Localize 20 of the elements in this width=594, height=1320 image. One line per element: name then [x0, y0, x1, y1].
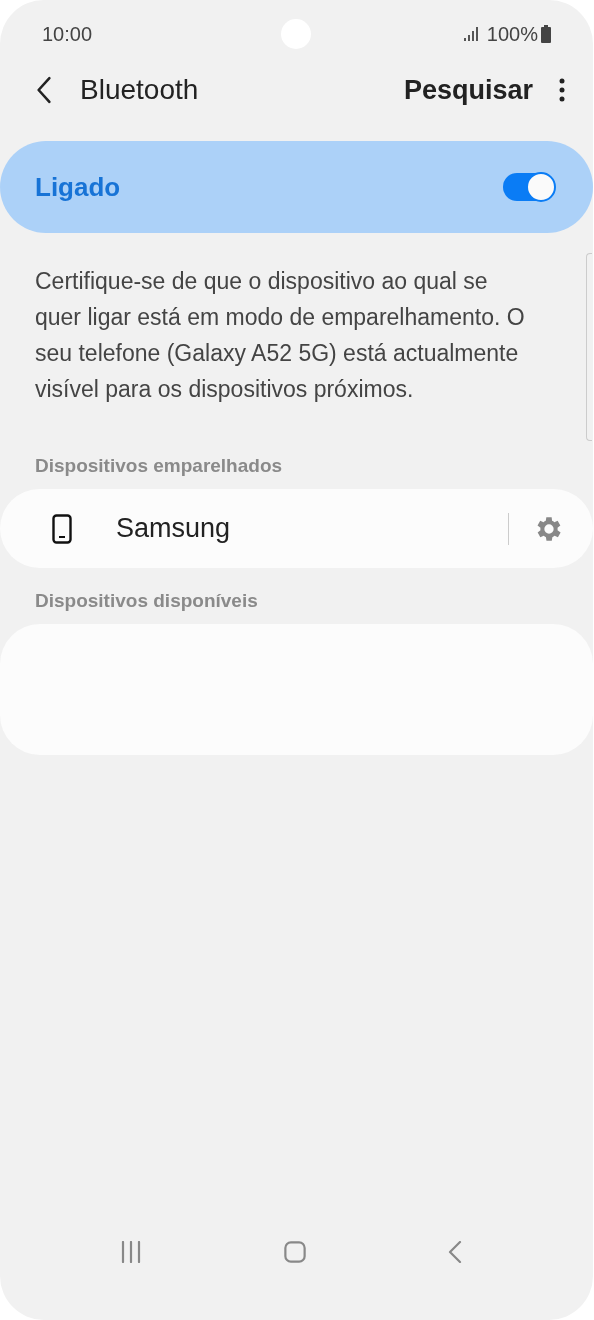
status-time: 10:00 [42, 22, 93, 46]
battery-percent: 100% [486, 22, 538, 46]
description-text: Certifique-se de que o dispositivo ao qual se quer ligar está em modo de emparelhamento. O seu telefone (Galaxy A52 5G) está actualmente visível para os dispositivos próximos. [35, 267, 526, 404]
device-name[interactable]: Samsung [116, 513, 508, 544]
more-options-icon [559, 78, 565, 102]
signal-icon [463, 27, 480, 41]
toggle-label: Ligado [35, 171, 121, 203]
phone-icon [52, 513, 72, 544]
recent-apps-icon[interactable] [120, 1241, 143, 1263]
toggle-switch[interactable] [503, 173, 555, 201]
back-button[interactable] [34, 74, 54, 106]
back-icon[interactable] [448, 1241, 463, 1263]
home-icon[interactable] [284, 1241, 307, 1263]
section-header: Dispositivos emparelhados [34, 455, 284, 478]
more-options-button[interactable] [557, 76, 567, 104]
battery-icon [541, 25, 551, 43]
search-button[interactable]: Pesquisar [403, 74, 533, 106]
section-header: Dispositivos disponíveis [34, 590, 259, 613]
back-icon [36, 76, 52, 104]
page-title: Bluetooth [80, 74, 200, 106]
